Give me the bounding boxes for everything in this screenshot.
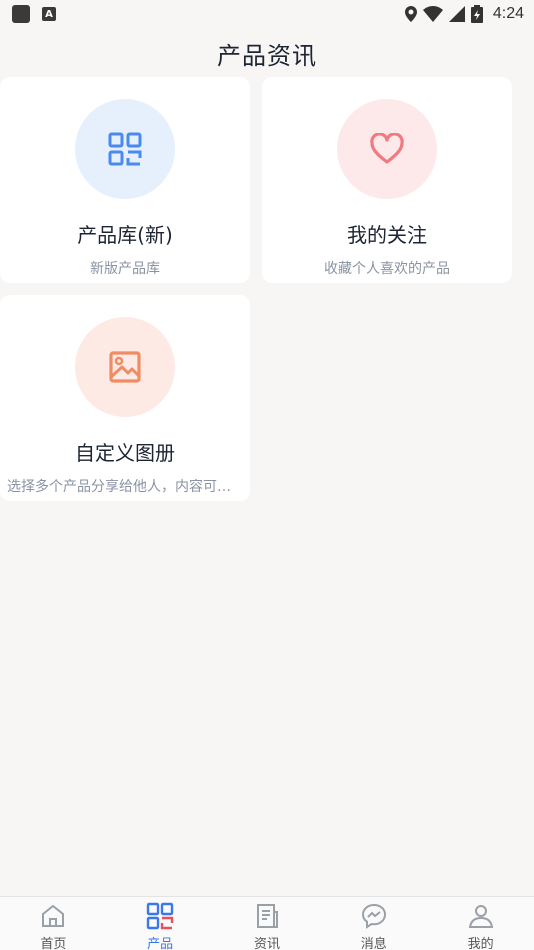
news-icon <box>252 901 282 931</box>
product-library-icon-circle <box>75 99 175 199</box>
notification-icon <box>12 5 30 23</box>
tab-label: 产品 <box>147 937 174 950</box>
my-follows-card[interactable]: 我的关注 收藏个人喜欢的产品 <box>262 77 512 283</box>
card-subtitle: 新版产品库 <box>90 261 160 277</box>
card-subtitle: 选择多个产品分享给他人，内容可自定义 <box>7 479 243 495</box>
tab-product[interactable]: 产品 <box>120 897 200 950</box>
status-left: A <box>12 5 56 23</box>
home-icon <box>38 901 68 931</box>
card-title: 我的关注 <box>347 223 427 247</box>
tab-label: 首页 <box>40 937 67 950</box>
message-icon <box>359 901 389 931</box>
tab-label: 资讯 <box>253 937 280 950</box>
a-badge-icon: A <box>42 7 56 21</box>
battery-icon <box>470 5 483 23</box>
my-follows-icon-circle <box>337 99 437 199</box>
tab-label: 消息 <box>360 937 387 950</box>
image-icon <box>109 351 141 383</box>
product-library-card[interactable]: 产品库(新) 新版产品库 <box>0 77 250 283</box>
wifi-icon <box>422 6 443 22</box>
status-bar: A 4:24 <box>0 0 534 28</box>
location-icon <box>404 6 417 22</box>
tab-home[interactable]: 首页 <box>13 897 93 950</box>
tab-profile[interactable]: 我的 <box>441 897 521 950</box>
card-subtitle: 收藏个人喜欢的产品 <box>324 261 450 277</box>
profile-icon <box>466 901 496 931</box>
custom-album-icon-circle <box>75 317 175 417</box>
heart-icon <box>370 133 404 164</box>
tab-messages[interactable]: 消息 <box>334 897 414 950</box>
page-title: 产品资讯 <box>217 42 317 70</box>
bottom-tab-bar: 首页 产品 资讯 消息 我的 <box>0 896 534 950</box>
clock: 4:24 <box>492 5 524 22</box>
signal-icon <box>448 6 465 22</box>
status-right: 4:24 <box>404 5 524 23</box>
card-title: 自定义图册 <box>75 441 175 465</box>
card-title: 产品库(新) <box>77 223 173 247</box>
custom-album-card[interactable]: 自定义图册 选择多个产品分享给他人，内容可自定义 <box>0 295 250 501</box>
product-grid-icon <box>145 901 175 931</box>
tab-label: 我的 <box>467 937 494 950</box>
tab-news[interactable]: 资讯 <box>227 897 307 950</box>
grid-icon <box>108 132 142 166</box>
